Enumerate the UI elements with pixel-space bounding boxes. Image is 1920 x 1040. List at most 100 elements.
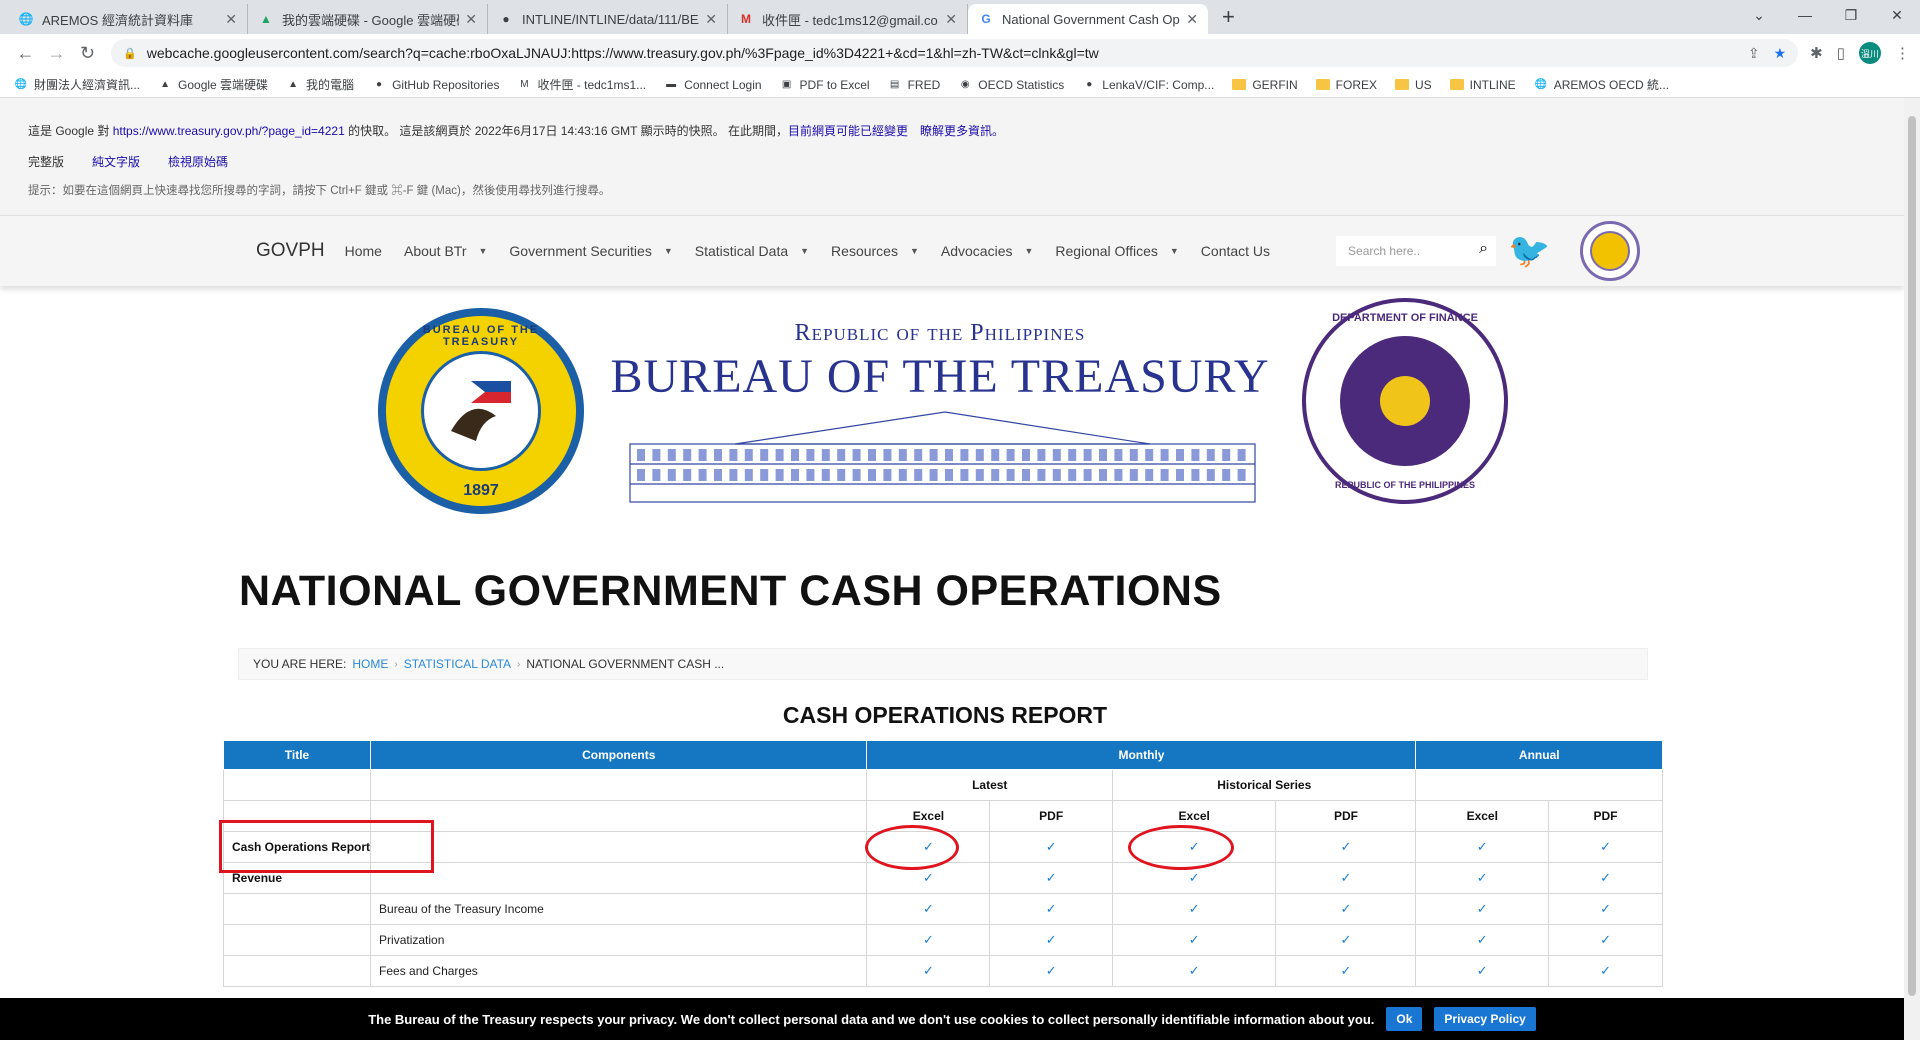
chart-icon: ▤ [889,79,900,90]
download-check-link[interactable]: ✓ [989,955,1113,987]
breadcrumb-home[interactable]: HOME [352,657,388,671]
bookmark-item[interactable]: M 收件匣 - tedc1ms1... [517,76,646,93]
scrollbar-thumb[interactable] [1908,116,1916,996]
minimize-icon[interactable]: — [1782,0,1828,30]
download-check-link[interactable]: ✓ [1548,831,1663,863]
download-check-link[interactable]: ✓ [1415,924,1550,956]
download-check-link[interactable]: ✓ [1111,924,1277,956]
bookmark-item[interactable]: ▣ PDF to Excel [780,78,870,92]
forward-icon[interactable]: → [41,43,72,64]
download-check-link[interactable]: ✓ [1275,862,1417,894]
bookmark-item[interactable]: ▲ 我的電腦 [286,76,354,93]
breadcrumb-statistical-data[interactable]: STATISTICAL DATA [404,657,511,671]
download-check-link[interactable]: ✓ [1275,831,1417,863]
download-check-link[interactable]: ✓ [989,862,1113,894]
share-icon[interactable]: ⇪ [1748,45,1760,62]
back-icon[interactable]: ← [10,43,41,64]
menu-icon[interactable]: ⋮ [1895,44,1910,62]
nav-item-contact[interactable]: Contact Us [1201,243,1270,259]
close-tab-icon[interactable]: ✕ [945,11,957,28]
bookmark-item[interactable]: US [1395,78,1432,92]
side-panel-icon[interactable]: ▯ [1837,44,1845,62]
url-text[interactable]: webcache.googleusercontent.com/search?q=… [147,45,1734,61]
browser-tab-active[interactable]: G National Government Cash Op ✕ [968,4,1208,34]
bookmark-item[interactable]: ▲ Google 雲端硬碟 [158,76,268,93]
download-check-link[interactable]: ✓ [1548,955,1663,987]
download-check-link[interactable]: ✓ [866,924,991,956]
folder-icon [1395,78,1409,92]
close-tab-icon[interactable]: ✕ [1186,11,1198,28]
download-check-link[interactable]: ✓ [1548,893,1663,925]
restore-icon[interactable]: ❐ [1828,0,1874,30]
lock-icon[interactable]: 🔒 [123,47,137,60]
privacy-ok-button[interactable]: Ok [1386,1007,1423,1031]
extensions-icon[interactable]: ✱ [1810,44,1823,62]
download-check-link[interactable]: ✓ [1275,955,1417,987]
view-source-link[interactable]: 檢視原始碼 [168,153,228,170]
profile-avatar[interactable]: 溫川 [1859,42,1881,64]
bookmark-item[interactable]: INTLINE [1449,78,1516,92]
header-title: Title [222,740,372,770]
browser-tab[interactable]: 🌐 AREMOS 經濟統計資料庫 ✕ [8,4,248,34]
twitter-icon[interactable]: 🐦 [1508,234,1550,268]
page-scrollbar[interactable] [1904,98,1920,1040]
close-tab-icon[interactable]: ✕ [705,11,717,28]
caret-down-icon: ▼ [1169,246,1179,256]
download-check-link[interactable]: ✓ [1548,862,1663,894]
nav-item-statistical-data[interactable]: Statistical Data ▼ [695,243,809,259]
transparency-seal-icon[interactable] [1580,221,1641,281]
search-icon[interactable]: ⌕ [1479,240,1488,258]
download-check-link[interactable]: ✓ [1415,831,1550,863]
table-row: Revenue ✓ ✓ ✓ ✓ ✓ ✓ [222,862,1663,894]
download-check-link[interactable]: ✓ [1275,924,1417,956]
download-check-link[interactable]: ✓ [1415,862,1550,894]
nav-item-about[interactable]: About BTr ▼ [404,243,487,259]
bookmark-item[interactable]: ▬ Connect Login [664,78,761,92]
bookmark-item[interactable]: ● LenkaV/CIF: Comp... [1082,78,1214,92]
download-check-link[interactable]: ✓ [989,924,1113,956]
text-only-link[interactable]: 純文字版 [92,153,140,170]
download-check-link[interactable]: ✓ [1275,893,1417,925]
bookmark-item[interactable]: 🌐 AREMOS OECD 統... [1534,76,1669,93]
close-window-icon[interactable]: ✕ [1874,0,1920,30]
new-tab-button[interactable]: + [1222,4,1235,30]
current-page-link[interactable]: 目前網頁可能已經變更 [788,124,908,138]
browser-tab[interactable]: M 收件匣 - tedc1ms12@gmail.co ✕ [728,4,968,34]
bookmark-item[interactable]: ◉ OECD Statistics [958,78,1064,92]
bookmark-label: PDF to Excel [799,77,870,92]
bookmark-item[interactable]: ▤ FRED [888,78,940,92]
download-check-link[interactable]: ✓ [989,893,1113,925]
download-check-link[interactable]: ✓ [1415,955,1550,987]
download-check-link[interactable]: ✓ [1548,924,1663,956]
browser-tab[interactable]: ▲ 我的雲端硬碟 - Google 雲端硬碟 ✕ [248,4,488,34]
address-bar[interactable]: 🔒 webcache.googleusercontent.com/search?… [111,39,1799,67]
oecd-icon: ◉ [960,79,970,90]
tab-search-icon[interactable]: ⌄ [1736,0,1782,30]
bookmark-item[interactable]: GERFIN [1232,78,1298,92]
download-check-link[interactable]: ✓ [1111,955,1277,987]
bookmark-item[interactable]: 🌐 財團法人經濟資訊... [14,76,140,93]
learn-more-link[interactable]: 瞭解更多資訊。 [920,124,1004,138]
download-check-link[interactable]: ✓ [1415,893,1550,925]
download-check-link[interactable]: ✓ [866,955,991,987]
download-check-link[interactable]: ✓ [1111,893,1277,925]
nav-item-home[interactable]: Home [345,243,382,259]
nav-item-gov-securities[interactable]: Government Securities ▼ [509,243,672,259]
nav-item-regional-offices[interactable]: Regional Offices ▼ [1055,243,1178,259]
reload-icon[interactable]: ↻ [72,43,103,64]
bookmark-star-icon[interactable]: ★ [1774,45,1787,62]
nav-item-advocacies[interactable]: Advocacies ▼ [941,243,1034,259]
close-tab-icon[interactable]: ✕ [225,11,237,28]
bookmark-item[interactable]: ● GitHub Repositories [372,78,499,92]
cached-page-link[interactable]: https://www.treasury.gov.ph/?page_id=422… [113,124,345,138]
bookmark-item[interactable]: FOREX [1315,78,1377,92]
download-check-link[interactable]: ✓ [989,831,1113,863]
govph-link[interactable]: GOVPH [256,240,325,262]
privacy-policy-button[interactable]: Privacy Policy [1434,1007,1536,1031]
nav-item-resources[interactable]: Resources ▼ [831,243,919,259]
site-search-input[interactable]: Search here.. ⌕ [1336,236,1497,266]
download-check-link[interactable]: ✓ [866,893,991,925]
bureau-treasury-seal: BUREAU OF THE TREASURY 1897 [378,308,584,514]
browser-tab[interactable]: ● INTLINE/INTLINE/data/111/BE/ ✕ [488,4,728,34]
close-tab-icon[interactable]: ✕ [465,11,477,28]
